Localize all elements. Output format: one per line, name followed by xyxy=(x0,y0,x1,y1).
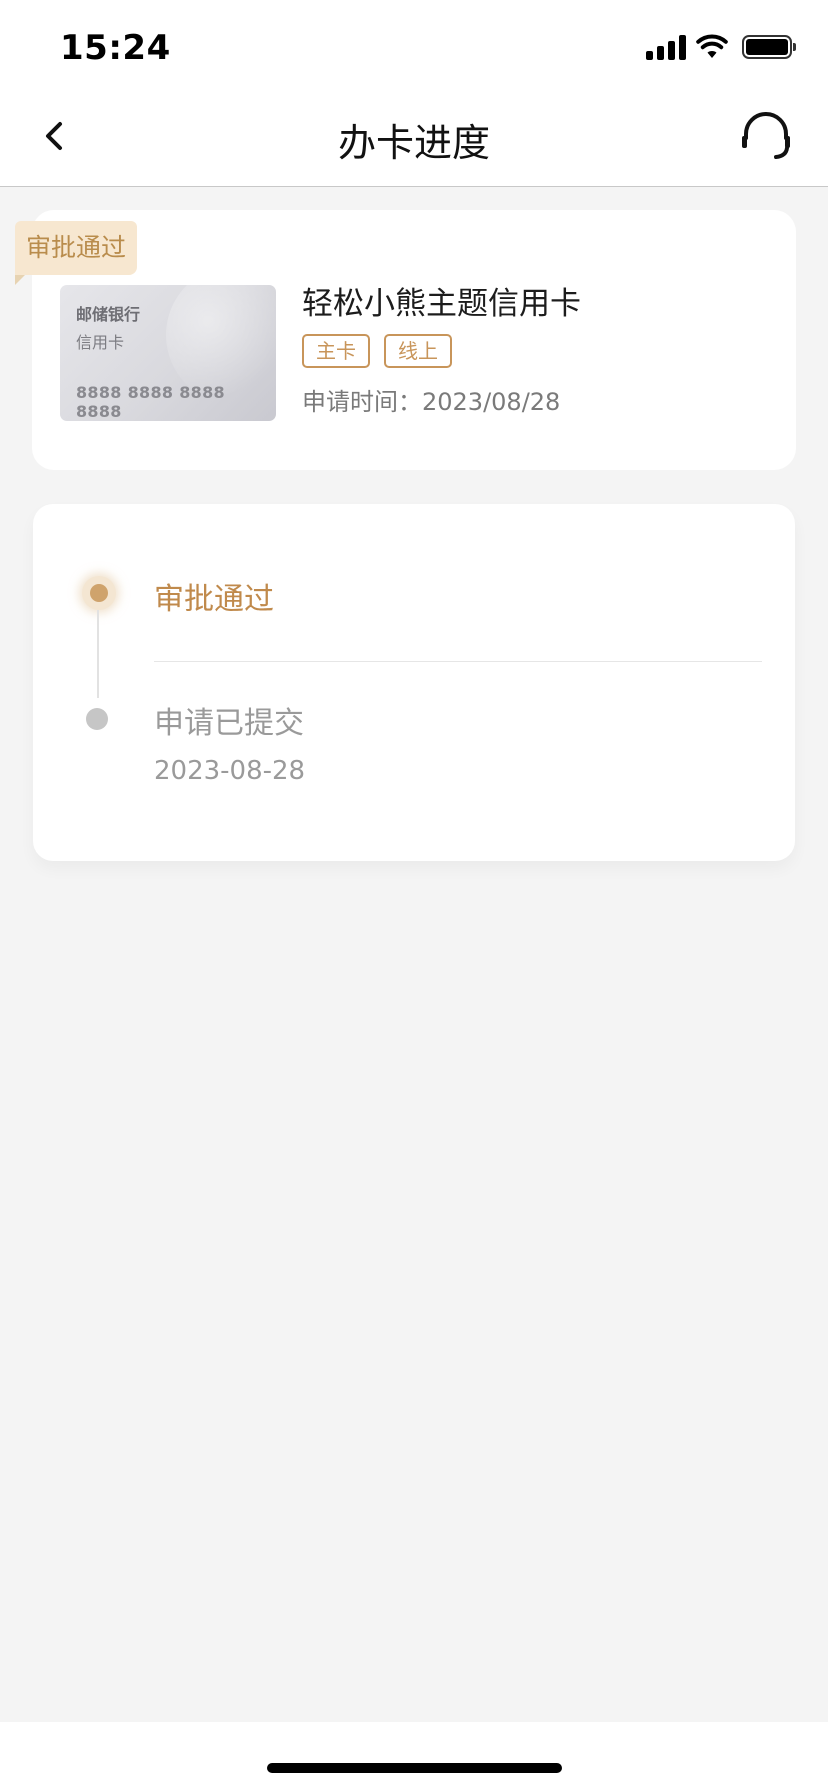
card-number: 8888 8888 8888 8888 xyxy=(76,383,225,421)
status-badge: 审批通过 xyxy=(15,221,137,285)
card-bank-name: 邮储银行 xyxy=(76,305,141,324)
timeline-dot xyxy=(86,708,108,730)
card-product-name: 轻松小熊主题信用卡 xyxy=(302,286,581,322)
wifi-icon xyxy=(696,34,728,58)
card-type-label: 信用卡 xyxy=(76,333,125,352)
status-icons xyxy=(646,34,796,60)
top-bar: 15:24 办卡进度 xyxy=(0,0,828,187)
progress-timeline-panel xyxy=(33,504,795,861)
page-title: 办卡进度 xyxy=(337,121,490,165)
bottom-safe-area xyxy=(0,1722,828,1792)
step-submitted-date: 2023-08-28 xyxy=(154,756,306,786)
badge-online: 线上 xyxy=(384,334,452,368)
apply-time: 申请时间：2023/08/28 xyxy=(302,388,561,416)
timeline-connector xyxy=(97,610,99,698)
signal-icon xyxy=(646,34,686,60)
status-time: 15:24 xyxy=(60,28,171,68)
step-approved-label: 审批通过 xyxy=(154,582,274,617)
badge-primary-card: 主卡 xyxy=(302,334,370,368)
timeline-active-dot xyxy=(82,576,116,610)
step-divider xyxy=(154,661,762,662)
battery-icon xyxy=(742,35,796,59)
credit-card-image: 邮储银行 信用卡 8888 8888 8888 8888 xyxy=(60,285,276,421)
home-indicator[interactable] xyxy=(267,1763,562,1773)
step-submitted-label: 申请已提交 xyxy=(154,706,304,741)
customer-service-icon[interactable] xyxy=(738,108,794,164)
card-badges: 主卡 线上 xyxy=(302,334,452,368)
